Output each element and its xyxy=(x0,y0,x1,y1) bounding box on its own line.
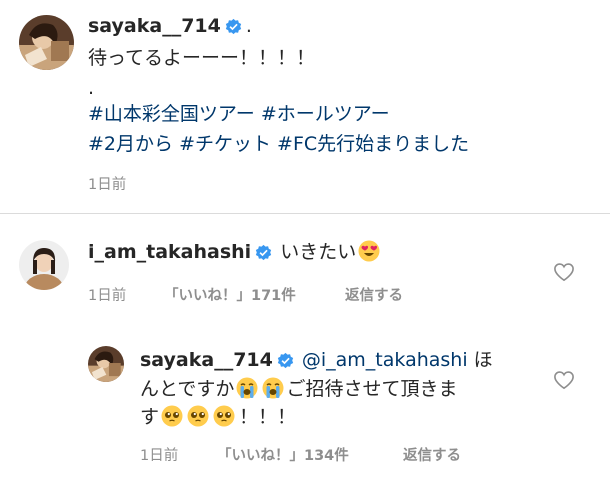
hashtag-link[interactable]: #FC先行始まりました xyxy=(277,133,469,155)
loudly-crying-emoji xyxy=(262,377,284,399)
heart-eyes-emoji xyxy=(358,240,380,262)
reply-line-1: sayaka__714 @i_am_takahashi ほ xyxy=(140,348,493,375)
comment-reply-button[interactable]: 返信する xyxy=(345,284,403,305)
comment-text: いきたい xyxy=(280,241,357,263)
hashtag-link[interactable]: #チケット xyxy=(179,133,271,155)
reply-text-part: ほ xyxy=(467,349,493,371)
verified-badge-icon xyxy=(255,243,272,267)
divider xyxy=(0,213,610,214)
caption-hashtags-row-1: #山本彩全国ツアー #ホールツアー xyxy=(88,102,390,126)
caption-header: sayaka__714. xyxy=(88,14,252,41)
hashtag-link[interactable]: #山本彩全国ツアー xyxy=(88,103,255,125)
comment-timestamp: 1日前 xyxy=(88,288,127,304)
avatar-sayaka[interactable] xyxy=(19,15,74,70)
comment-row: i_am_takahashi いきたい xyxy=(88,240,382,267)
reply-likes-count[interactable]: 「いいね！」134件 xyxy=(217,444,349,465)
reply-text-part: す xyxy=(140,406,160,428)
reply-text-part: んとですか xyxy=(140,378,235,400)
pleading-emoji xyxy=(187,405,209,427)
caption-line-1: 待ってるよーーー！！！！ xyxy=(88,47,316,69)
hashtag-link[interactable]: #ホールツアー xyxy=(261,103,390,125)
reply-timestamp: 1日前 xyxy=(140,448,179,464)
caption-hashtags-row-2: #2月から #チケット #FC先行始まりました xyxy=(88,132,469,156)
verified-badge-icon xyxy=(277,351,294,375)
mention-link[interactable]: @i_am_takahashi xyxy=(302,349,468,371)
heart-outline-icon[interactable] xyxy=(553,370,575,390)
heart-outline-icon[interactable] xyxy=(553,262,575,282)
comment-username[interactable]: i_am_takahashi xyxy=(88,241,251,263)
verified-badge-icon xyxy=(225,17,242,41)
comment-likes-count[interactable]: 「いいね！」171件 xyxy=(164,284,296,305)
caption-line-2: . xyxy=(88,77,95,99)
reply-text-part: ！！！ xyxy=(239,406,297,428)
loudly-crying-emoji xyxy=(236,377,258,399)
avatar-takahashi[interactable] xyxy=(19,240,69,290)
hashtag-link[interactable]: #2月から xyxy=(88,133,173,155)
reply-line-2: んとですか ご招待させて頂きま xyxy=(140,377,457,401)
reply-text-part: ご招待させて頂きま xyxy=(286,378,458,400)
reply-line-3: す ！！！ xyxy=(140,405,296,429)
reply-username[interactable]: sayaka__714 xyxy=(140,349,273,371)
caption-dot: . xyxy=(245,15,252,37)
pleading-emoji xyxy=(161,405,183,427)
reply-reply-button[interactable]: 返信する xyxy=(403,444,461,465)
pleading-emoji xyxy=(213,405,235,427)
caption-timestamp: 1日前 xyxy=(88,177,127,193)
caption-username[interactable]: sayaka__714 xyxy=(88,15,221,37)
avatar-sayaka-reply[interactable] xyxy=(88,346,124,382)
